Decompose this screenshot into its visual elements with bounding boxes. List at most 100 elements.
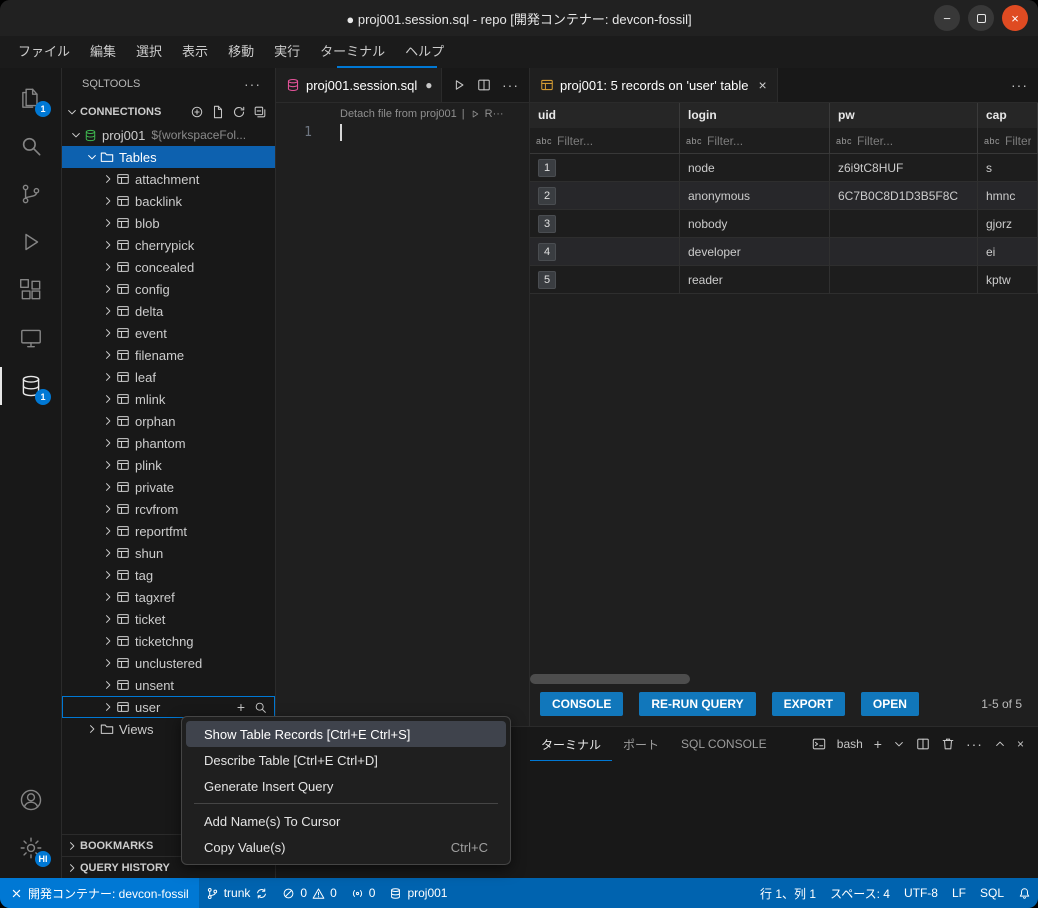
tree-item-orphan[interactable]: orphan <box>62 410 275 432</box>
cell[interactable]: node <box>680 154 830 182</box>
tree-item-phantom[interactable]: phantom <box>62 432 275 454</box>
maximize-button[interactable] <box>968 5 994 31</box>
filter-input-uid[interactable] <box>557 133 673 148</box>
open-button[interactable]: OPEN <box>860 692 919 716</box>
add-connection-icon[interactable] <box>190 105 204 119</box>
activity-sqltools[interactable]: 1 <box>0 362 61 410</box>
table-row[interactable]: 1 node z6i9tC8HUF s <box>530 154 1038 182</box>
table-row[interactable]: 5 reader kptw <box>530 266 1038 294</box>
tab-session-sql[interactable]: proj001.session.sql ● <box>276 68 442 102</box>
activity-settings[interactable]: HI <box>0 824 61 872</box>
tree-item-filename[interactable]: filename <box>62 344 275 366</box>
close-button[interactable]: × <box>1002 5 1028 31</box>
maximize-panel-icon[interactable] <box>994 738 1006 750</box>
minimize-button[interactable]: − <box>934 5 960 31</box>
filter-input-login[interactable] <box>707 133 823 148</box>
column-header-uid[interactable]: uid <box>530 103 680 128</box>
notifications-bell[interactable] <box>1011 887 1038 900</box>
close-tab-icon[interactable]: × <box>759 77 767 93</box>
cell[interactable]: hmnc <box>978 182 1038 210</box>
cell[interactable]: nobody <box>680 210 830 238</box>
remote-indicator[interactable]: 開発コンテナー: devcon-fossil <box>0 878 199 908</box>
tree-item-unsent[interactable]: unsent <box>62 674 275 696</box>
language-mode[interactable]: SQL <box>973 886 1011 900</box>
cursor-position[interactable]: 行 1、列 1 <box>753 885 823 902</box>
console-button[interactable]: CONSOLE <box>540 692 624 716</box>
tree-item-blob[interactable]: blob <box>62 212 275 234</box>
tab-results[interactable]: proj001: 5 records on 'user' table × <box>530 68 778 102</box>
context-menu-item-show-table-records[interactable]: Show Table Records [Ctrl+E Ctrl+S] <box>186 721 506 747</box>
table-row[interactable]: 3 nobody gjorz <box>530 210 1038 238</box>
activity-extensions[interactable] <box>0 266 61 314</box>
terminal-dropdown-icon[interactable] <box>893 738 905 750</box>
activity-run-debug[interactable] <box>0 218 61 266</box>
branch-indicator[interactable]: trunk <box>199 878 276 908</box>
refresh-icon[interactable] <box>232 105 246 119</box>
filter-input-cap[interactable] <box>1005 133 1031 148</box>
context-menu-item-copy-values[interactable]: Copy Value(s) Ctrl+C <box>186 834 506 860</box>
cell[interactable]: kptw <box>978 266 1038 294</box>
codelens-detach-link[interactable]: Detach file from proj001 <box>340 108 457 120</box>
cell[interactable]: 6C7B0C8D1D3B5F8C <box>830 182 978 210</box>
context-menu-item-generate-insert-query[interactable]: Generate Insert Query <box>186 773 506 799</box>
table-row[interactable]: 4 developer ei <box>530 238 1038 266</box>
tree-item-shun[interactable]: shun <box>62 542 275 564</box>
tree-item-unclustered[interactable]: unclustered <box>62 652 275 674</box>
tree-item-rcvfrom[interactable]: rcvfrom <box>62 498 275 520</box>
tree-item-delta[interactable]: delta <box>62 300 275 322</box>
tree-item-private[interactable]: private <box>62 476 275 498</box>
menu-run[interactable]: 実行 <box>264 40 310 64</box>
tree-item-plink[interactable]: plink <box>62 454 275 476</box>
tree-item-cherrypick[interactable]: cherrypick <box>62 234 275 256</box>
menu-edit[interactable]: 編集 <box>80 40 126 64</box>
export-button[interactable]: EXPORT <box>771 692 845 716</box>
panel-tab-ports[interactable]: ポート <box>612 727 670 761</box>
tree-item-reportfmt[interactable]: reportfmt <box>62 520 275 542</box>
cell[interactable]: gjorz <box>978 210 1038 238</box>
tree-item-ticketchng[interactable]: ticketchng <box>62 630 275 652</box>
cell[interactable]: anonymous <box>680 182 830 210</box>
kill-terminal-icon[interactable] <box>941 737 955 751</box>
sidebar-more-actions-icon[interactable]: ··· <box>244 76 261 92</box>
activity-accounts[interactable] <box>0 776 61 824</box>
activity-search[interactable] <box>0 122 61 170</box>
ports-indicator[interactable]: 0 <box>344 878 383 908</box>
tree-item-ticket[interactable]: ticket <box>62 608 275 630</box>
add-to-cursor-icon[interactable]: + <box>237 700 245 714</box>
cell[interactable]: reader <box>680 266 830 294</box>
tree-item-config[interactable]: config <box>62 278 275 300</box>
codelens[interactable]: Detach file from proj001 | R··· <box>276 103 529 122</box>
tree-item-concealed[interactable]: concealed <box>62 256 275 278</box>
problems-indicator[interactable]: 0 0 <box>275 878 343 908</box>
column-header-cap[interactable]: cap <box>978 103 1038 128</box>
tree-item-event[interactable]: event <box>62 322 275 344</box>
connections-section-header[interactable]: CONNECTIONS <box>62 100 275 124</box>
cell[interactable] <box>830 210 978 238</box>
new-sql-file-icon[interactable] <box>211 105 225 119</box>
table-row[interactable]: 2 anonymous 6C7B0C8D1D3B5F8C hmnc <box>530 182 1038 210</box>
tree-item-connection-proj001[interactable]: proj001 ${workspaceFol... <box>62 124 275 146</box>
close-panel-icon[interactable]: × <box>1017 737 1024 751</box>
codelens-run-link[interactable]: R··· <box>485 108 504 120</box>
tree-item-tagxref[interactable]: tagxref <box>62 586 275 608</box>
split-editor-icon[interactable] <box>477 78 491 92</box>
menu-terminal[interactable]: ターミナル <box>310 40 395 64</box>
column-header-pw[interactable]: pw <box>830 103 978 128</box>
cell[interactable] <box>830 238 978 266</box>
activity-explorer[interactable]: 1 <box>0 74 61 122</box>
db-connection-indicator[interactable]: proj001 <box>382 878 454 908</box>
magnifier-icon[interactable] <box>254 701 267 714</box>
editor-line[interactable]: 1 <box>276 122 529 142</box>
tree-item-tag[interactable]: tag <box>62 564 275 586</box>
tree-item-mlink[interactable]: mlink <box>62 388 275 410</box>
context-menu-item-describe-table[interactable]: Describe Table [Ctrl+E Ctrl+D] <box>186 747 506 773</box>
menu-selection[interactable]: 選択 <box>126 40 172 64</box>
run-query-icon[interactable] <box>452 78 466 92</box>
scrollbar-thumb[interactable] <box>530 674 690 684</box>
menu-view[interactable]: 表示 <box>172 40 218 64</box>
panel-tab-sql-console[interactable]: SQL CONSOLE <box>670 727 778 761</box>
filter-input-pw[interactable] <box>857 133 971 148</box>
shell-label[interactable]: bash <box>837 737 863 751</box>
tree-item-backlink[interactable]: backlink <box>62 190 275 212</box>
menu-go[interactable]: 移動 <box>218 40 264 64</box>
